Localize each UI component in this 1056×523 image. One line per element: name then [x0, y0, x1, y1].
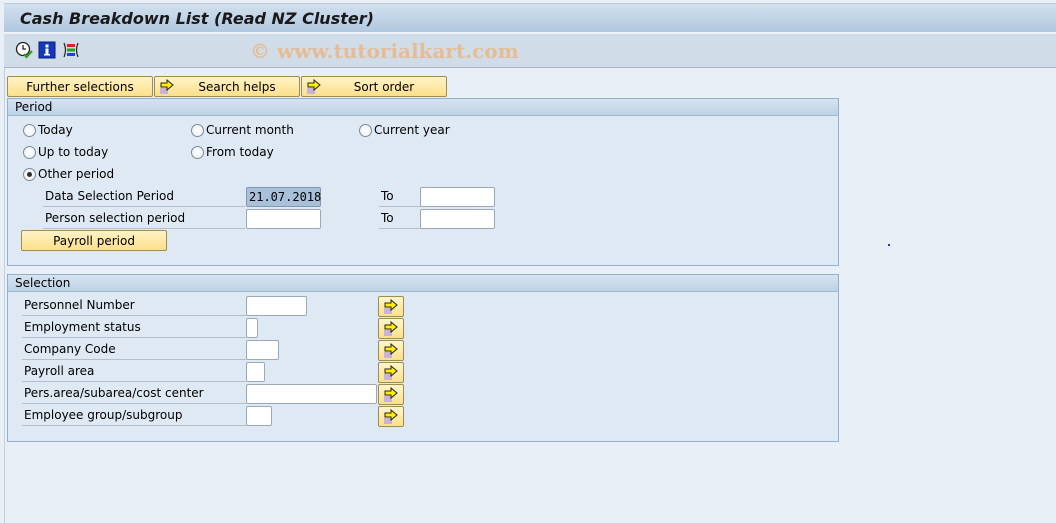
arrow-right-icon	[384, 409, 398, 424]
radio-current-month-label: Current month	[206, 123, 294, 137]
employee-group-multiple-selection-button[interactable]	[378, 406, 404, 427]
period-group-header: Period	[8, 99, 838, 116]
payroll-period-label: Payroll period	[53, 233, 135, 248]
radio-today[interactable]: Today	[23, 123, 73, 137]
to-label: To	[379, 187, 421, 207]
radio-current-month[interactable]: Current month	[191, 123, 294, 137]
radio-current-year[interactable]: Current year	[359, 123, 450, 137]
pers-area-label: Pers.area/subarea/cost center	[22, 384, 246, 404]
watermark-text: © www.tutorialkart.com	[250, 39, 519, 63]
arrow-right-icon	[384, 365, 398, 380]
window-left-edge	[4, 68, 5, 523]
page-title: Cash Breakdown List (Read NZ Cluster)	[20, 9, 374, 28]
arrow-right-icon	[384, 387, 398, 402]
pers-area-multiple-selection-button[interactable]	[378, 384, 404, 405]
radio-circle	[23, 145, 36, 159]
arrow-right-icon	[160, 79, 174, 94]
selection-group: Selection Personnel Number Employment st…	[7, 274, 839, 442]
radio-other-period-label: Other period	[38, 167, 115, 181]
radio-circle	[191, 145, 204, 159]
radio-up-to-today[interactable]: Up to today	[23, 145, 108, 159]
person-selection-period-label: Person selection period	[43, 209, 245, 229]
selection-screen-icon[interactable]	[62, 41, 80, 59]
person-selection-to-input[interactable]	[420, 209, 495, 229]
employment-status-input[interactable]	[246, 318, 258, 338]
payroll-area-multiple-selection-button[interactable]	[378, 362, 404, 383]
data-selection-from-input[interactable]: 21.07.2018	[246, 187, 321, 207]
search-helps-label: Search helps	[198, 79, 276, 94]
employment-status-label: Employment status	[22, 318, 246, 338]
radio-circle	[191, 123, 204, 137]
radio-circle	[359, 123, 372, 137]
personnel-number-label: Personnel Number	[22, 296, 246, 316]
company-code-input[interactable]	[246, 340, 279, 360]
employee-group-label: Employee group/subgroup	[22, 406, 246, 426]
further-selections-button[interactable]: Further selections	[7, 76, 153, 97]
radio-selected-dot	[27, 171, 32, 177]
sort-order-button[interactable]: Sort order	[301, 76, 447, 97]
personnel-number-input[interactable]	[246, 296, 307, 316]
employment-status-multiple-selection-button[interactable]	[378, 318, 404, 339]
search-helps-button[interactable]: Search helps	[154, 76, 300, 97]
sort-order-label: Sort order	[353, 79, 415, 94]
data-selection-to-input[interactable]	[420, 187, 495, 207]
arrow-right-icon	[384, 343, 398, 358]
employee-group-input[interactable]	[246, 406, 272, 426]
stray-cursor-dot	[888, 244, 890, 246]
data-selection-period-label: Data Selection Period	[43, 187, 245, 207]
arrow-right-icon	[384, 321, 398, 336]
payroll-period-button[interactable]: Payroll period	[21, 230, 167, 251]
information-icon[interactable]	[38, 41, 56, 59]
execute-clock-icon[interactable]	[15, 41, 33, 59]
radio-other-period[interactable]: Other period	[23, 167, 114, 181]
arrow-right-icon	[384, 299, 398, 314]
arrow-right-icon	[307, 79, 321, 94]
radio-today-label: Today	[38, 123, 73, 137]
payroll-area-label: Payroll area	[22, 362, 246, 382]
selection-group-header: Selection	[8, 275, 838, 292]
payroll-area-input[interactable]	[246, 362, 265, 382]
radio-from-today[interactable]: From today	[191, 145, 274, 159]
company-code-multiple-selection-button[interactable]	[378, 340, 404, 361]
radio-current-year-label: Current year	[374, 123, 450, 137]
radio-from-today-label: From today	[206, 145, 274, 159]
person-selection-from-input[interactable]	[246, 209, 321, 229]
pers-area-input[interactable]	[246, 384, 377, 404]
title-bar: Cash Breakdown List (Read NZ Cluster)	[4, 3, 1056, 33]
period-group: Period Today Current month Current year …	[7, 98, 839, 266]
radio-circle	[23, 123, 36, 137]
further-selections-label: Further selections	[26, 79, 134, 94]
to-label: To	[379, 209, 421, 229]
radio-circle-selected	[23, 167, 36, 181]
application-toolbar: © www.tutorialkart.com	[4, 34, 1056, 68]
personnel-number-multiple-selection-button[interactable]	[378, 296, 404, 317]
company-code-label: Company Code	[22, 340, 246, 360]
radio-up-to-today-label: Up to today	[38, 145, 109, 159]
